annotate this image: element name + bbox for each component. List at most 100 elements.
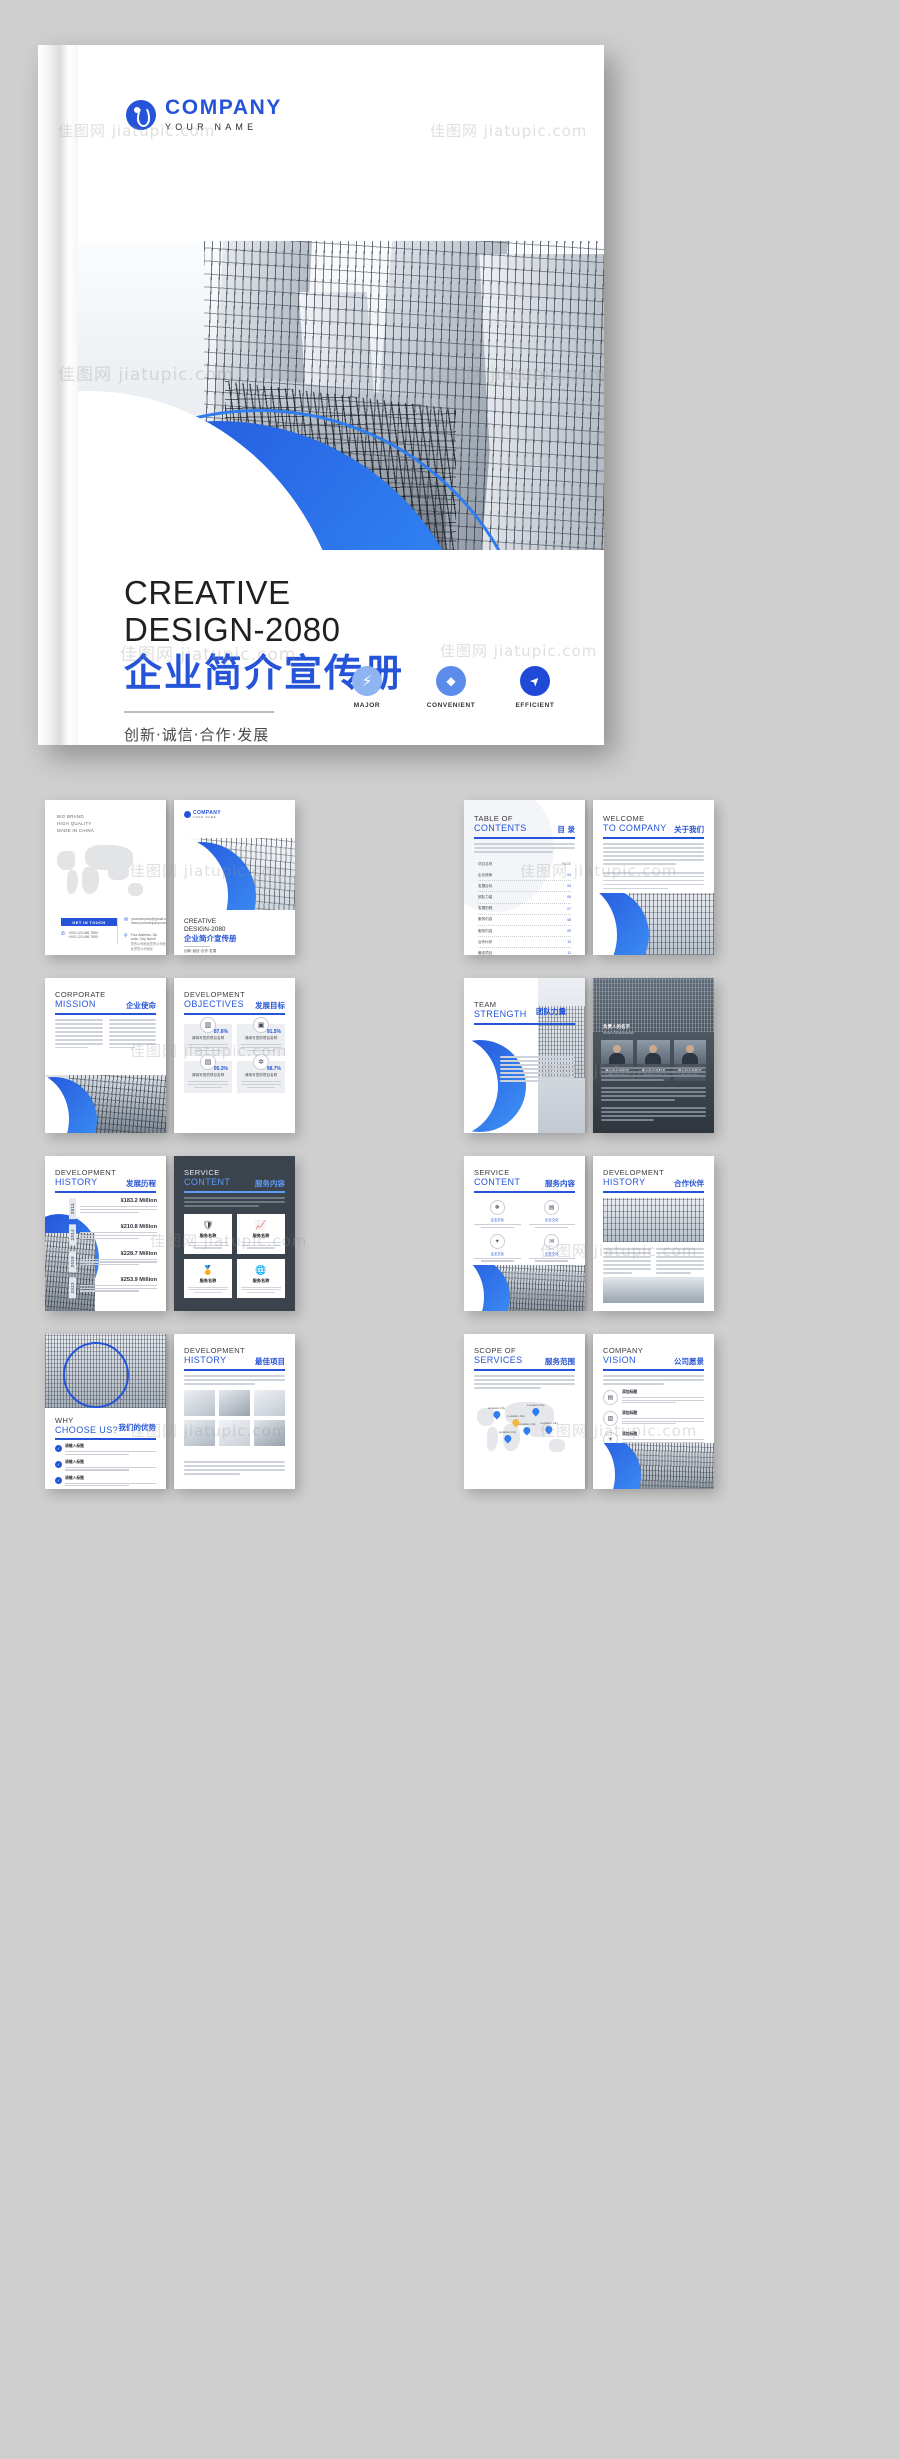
best-project-title-en-2: HISTORY	[184, 1355, 227, 1366]
history-milestone[interactable]: 2011 ¥183.2 Million	[69, 1198, 157, 1220]
scope-paragraph	[474, 1375, 575, 1391]
partners-header: DEVELOPMENT HISTORY 合作伙伴	[603, 1168, 704, 1189]
history-milestone[interactable]: 2023 ¥253.9 Million	[69, 1276, 157, 1299]
cover-spine	[38, 45, 68, 745]
toc-entry-label: 合作伙伴	[478, 939, 493, 944]
best-project-gallery	[184, 1390, 285, 1446]
objective-stat-card[interactable]: ▤ 95.3% 请填写您的项目名称	[184, 1054, 232, 1094]
objective-stat-card[interactable]: ▥ 87.6% 请填写您的项目名称	[184, 1017, 232, 1057]
page-partners: DEVELOPMENT HISTORY 合作伙伴	[593, 1156, 714, 1311]
service-item[interactable]: ❖ 企业文化	[474, 1200, 521, 1228]
toc-row[interactable]: 发展历程 07	[478, 904, 571, 915]
service-card-title: 服务名称	[252, 1233, 270, 1238]
objective-stat-value: 87.6%	[213, 1029, 228, 1035]
chart-up-icon: ▨	[603, 1411, 618, 1426]
toc-row[interactable]: 合作伙伴 10	[478, 937, 571, 949]
spread-why-bestproject: WHY CHOOSE US? 我们的优势 ✓请输入标题✓请输入标题✓请输入标题✓…	[45, 1334, 295, 1489]
toc-row[interactable]: 服务内容 08	[478, 915, 571, 926]
cover-divider	[124, 710, 274, 713]
why-bullet[interactable]: ✓ 请输入标题	[55, 1444, 156, 1455]
back-cover-slogan: BIG BRAND HIGH QUALITY MADE IN CHINA	[57, 813, 94, 834]
toc-row[interactable]: 服务内容 09	[478, 926, 571, 938]
best-project-footer-text	[184, 1461, 285, 1477]
map-pin[interactable]: Location.City	[541, 1421, 558, 1435]
get-in-touch-button[interactable]: GET IN TOUCH	[61, 918, 117, 926]
cover-title-line2: DESIGN-2080	[124, 610, 341, 648]
why-title-en-2: CHOOSE US?	[55, 1425, 119, 1436]
cover-page: COMPANY YOUR NAME CREATIVE DESIGN-2080 企…	[38, 45, 604, 745]
objective-stat-card[interactable]: ✲ 98.7% 请填写您的项目名称	[237, 1054, 285, 1094]
service-card[interactable]: 🌐 服务名称	[237, 1258, 285, 1299]
service-dark-title-en-1: SERVICE	[184, 1168, 220, 1177]
why-bullet[interactable]: ✓ 请输入标题	[55, 1476, 156, 1487]
mission-photo	[45, 1075, 166, 1133]
world-map-graphic	[53, 838, 158, 910]
partners-title-cn: 合作伙伴	[674, 1178, 704, 1188]
spread-gutter	[166, 800, 174, 955]
best-project-title-cn: 最佳项目	[255, 1356, 285, 1366]
history-milestone[interactable]: 2019 ¥228.7 Million	[69, 1250, 157, 1272]
milestone-year: 2023	[69, 1276, 76, 1299]
why-bullet[interactable]: ✓ 请输入标题	[55, 1460, 156, 1471]
thumb-title: CREATIVE DESIGN-2080 企业简介宣传册 创新·诚信·合作·发展	[184, 918, 237, 954]
milestone-year: 2011	[69, 1198, 76, 1220]
objective-stat-card[interactable]: ▣ 91.5% 请填写您的项目名称	[237, 1017, 285, 1057]
mission-title-cn: 企业使命	[126, 1000, 156, 1010]
toc-col-item: 项目名称	[478, 862, 493, 866]
toc-entry-label: 最佳项目	[478, 950, 493, 955]
vision-item[interactable]: ▨ 添加标题	[603, 1411, 704, 1426]
location-pin-icon	[491, 1409, 502, 1420]
objective-stat-caption: 请填写您的项目名称	[191, 1073, 225, 1078]
feature-label: EFFICIENT	[515, 702, 555, 709]
mission-header: CORPORATE MISSION 企业使命	[55, 990, 156, 1011]
partners-columns	[603, 1248, 704, 1276]
toc-entry-label: 服务内容	[478, 917, 493, 922]
toc-row[interactable]: 最佳项目 11	[478, 948, 571, 955]
vision-header: COMPANY VISION 公司愿景	[603, 1346, 704, 1367]
toc-row[interactable]: 发展目标 05	[478, 881, 571, 893]
vision-title-en-1: COMPANY	[603, 1346, 644, 1355]
spread-toc-welcome: TABLE OF CONTENTS 目 录 项目名称 PAGE 企业使命 04 发展…	[464, 800, 714, 955]
toc-row[interactable]: 团队力量 06	[478, 892, 571, 904]
toc-row[interactable]: 企业使命 04	[478, 870, 571, 882]
toc-entry-label: 服务内容	[478, 928, 493, 933]
service-item[interactable]: ✉ 企业文化	[528, 1233, 575, 1262]
history-title-en-2: HISTORY	[55, 1177, 98, 1188]
service-item[interactable]: ✦ 企业文化	[474, 1233, 521, 1262]
map-pin[interactable]: Location.City	[527, 1403, 545, 1417]
toc-title-cn: 目 录	[557, 824, 575, 834]
vision-item[interactable]: ▤ 添加标题	[603, 1390, 704, 1405]
email-2: www.yourcompany.com	[131, 921, 166, 925]
email-block: ✉ yourcompany@gmail.com www.yourcompany.…	[124, 917, 166, 925]
toc-header: TABLE OF CONTENTS 目 录	[474, 814, 575, 835]
vision-paragraph	[603, 1375, 704, 1387]
history-milestone[interactable]: 2014 ¥210.8 Million	[69, 1224, 157, 1246]
why-bullet-list: ✓请输入标题✓请输入标题✓请输入标题✓请输入标题	[55, 1444, 156, 1489]
service-card[interactable]: 🏅 服务名称	[184, 1258, 232, 1299]
phone-icon: ✆	[61, 931, 66, 937]
objective-stat-value: 91.5%	[266, 1029, 281, 1035]
scope-world-map: Location.City Location.City Location.City L…	[470, 1396, 580, 1470]
address-2: 您的公司地址您的公司地址您的公司地址	[130, 942, 166, 951]
phone-2: +000-123-456 7890	[68, 935, 98, 939]
cover-tagline: 创新·诚信·合作·发展	[184, 949, 217, 954]
map-pin[interactable]: Location.City	[519, 1422, 536, 1436]
toc-entry-page: 11	[567, 951, 571, 955]
mission-title-en-1: CORPORATE	[55, 990, 106, 999]
cover-title-cn: 企业简介宣传册	[184, 933, 237, 943]
milestone-amount: ¥253.9 Million	[120, 1276, 157, 1283]
map-pin[interactable]: Location.City	[488, 1406, 505, 1420]
service-card[interactable]: 🛡 服务名称	[184, 1214, 232, 1254]
service-card[interactable]: 📈 服务名称	[237, 1214, 285, 1254]
page-back-cover: BIG BRAND HIGH QUALITY MADE IN CHINA GET…	[45, 800, 166, 955]
service-item[interactable]: ▤ 企业文化	[528, 1200, 575, 1228]
page-service-content-light: SERVICE CONTENT 服务内容 ❖ 企业文化 ▤ 企业文化 ✦ 企业文化 ✉ 企业文…	[464, 1156, 585, 1311]
cta-label: GET IN TOUCH	[72, 919, 106, 925]
page-team-strength-right: 负责人的名字 Head of Businessman 输入姓名或职务Busine…	[593, 978, 714, 1133]
location-pin-icon	[522, 1426, 533, 1436]
page-development-history: DEVELOPMENT HISTORY 发展历程 2011 ¥183.2 Mill…	[45, 1156, 166, 1311]
service-dark-title-en-2: CONTENT	[184, 1177, 231, 1188]
spread-service-partners: SERVICE CONTENT 服务内容 ❖ 企业文化 ▤ 企业文化 ✦ 企业文化 ✉ 企业文…	[464, 1156, 714, 1311]
map-pin[interactable]: Location.City	[499, 1430, 516, 1444]
team-paragraph	[500, 1056, 574, 1084]
